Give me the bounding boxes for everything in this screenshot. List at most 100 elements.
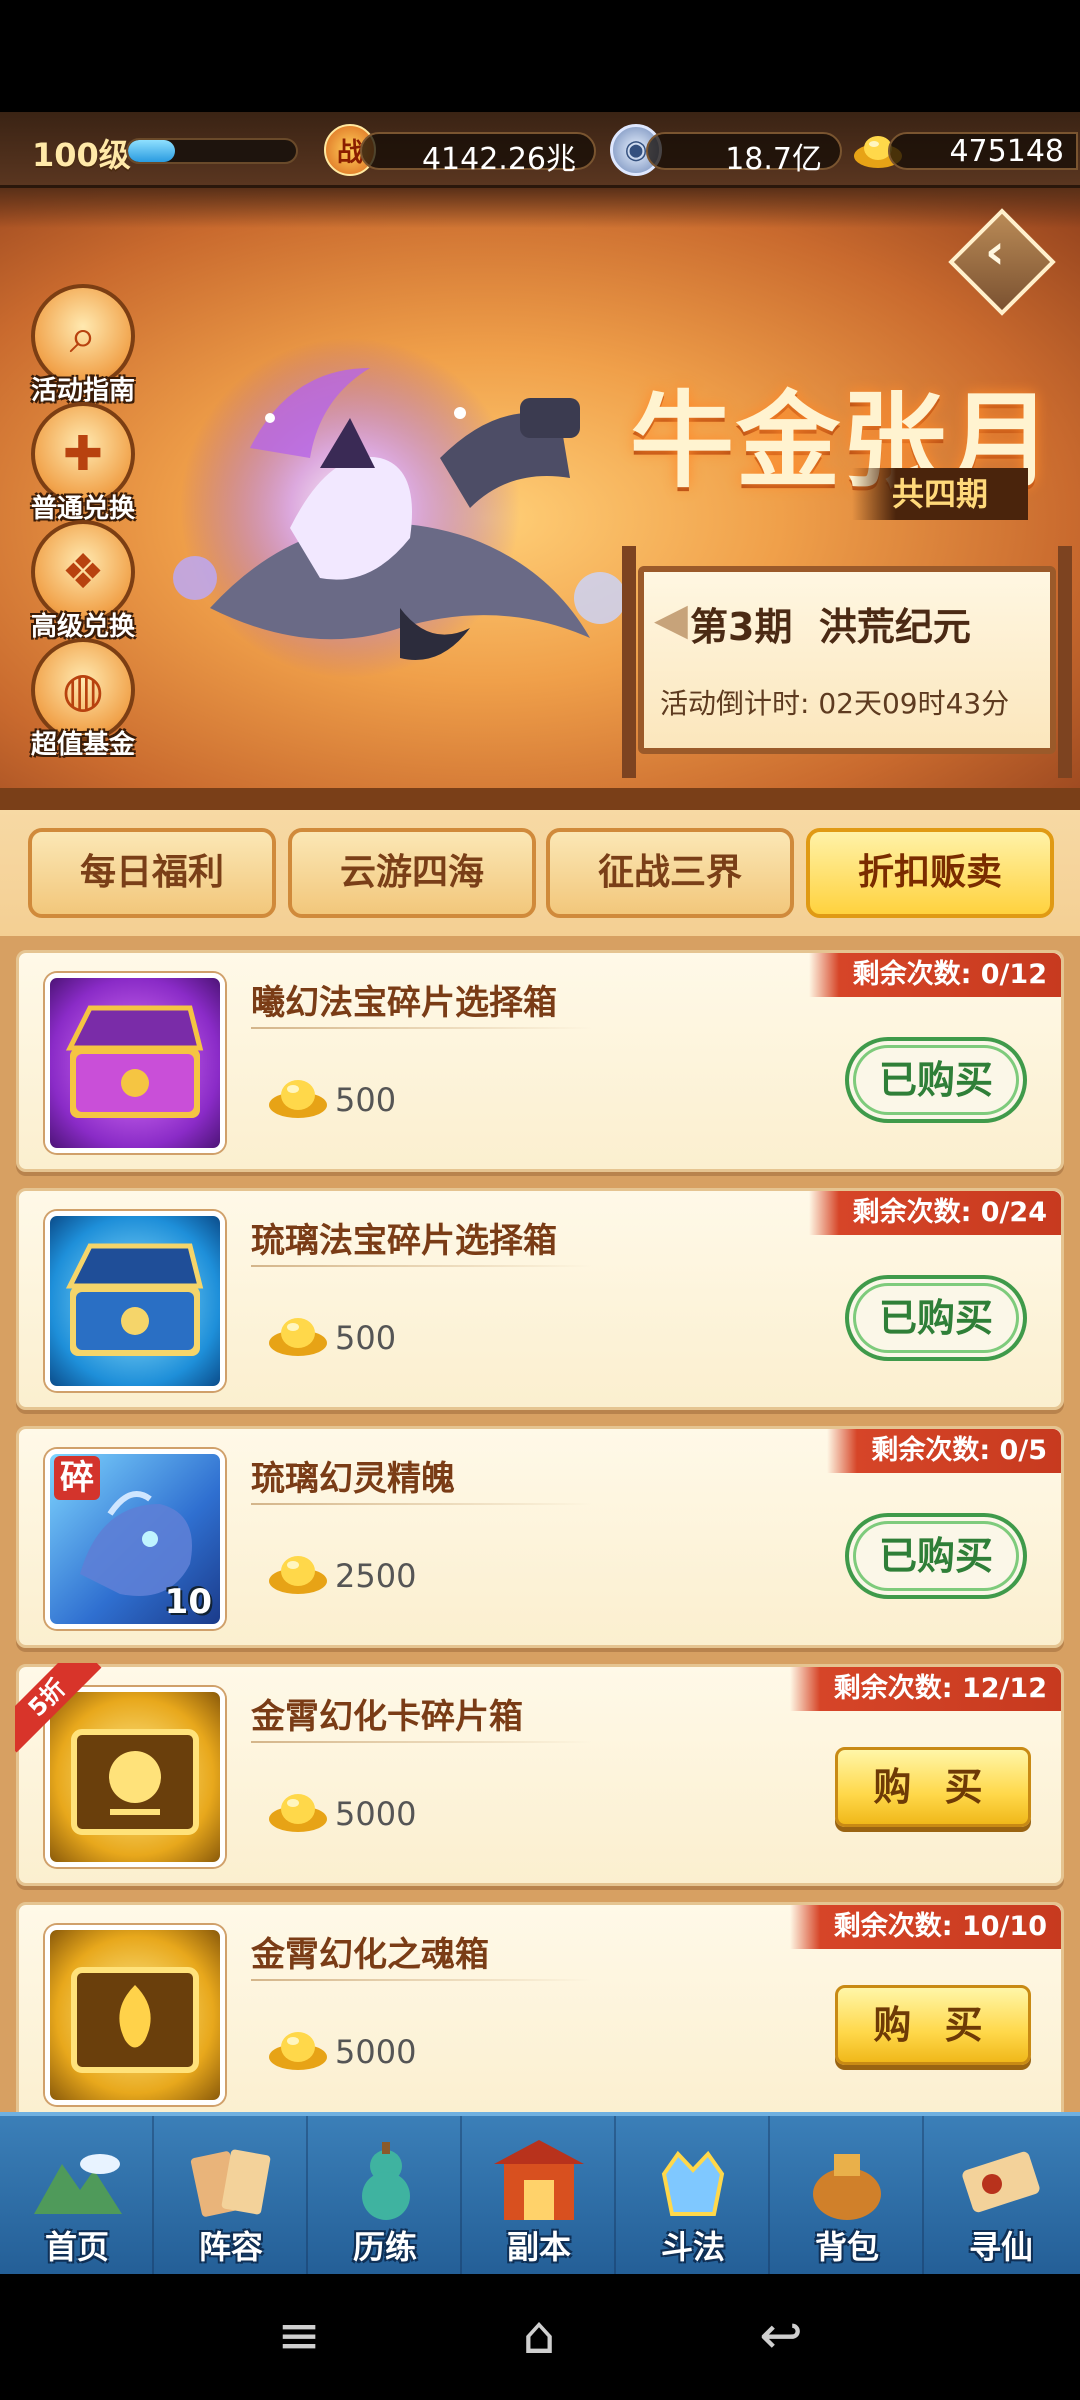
list-item: 5折 金霄幻化卡碎片箱 5000 剩余次数: 12/12 购 买 [15, 1663, 1064, 1886]
banner-top-shade [0, 188, 1080, 228]
gourd-icon [362, 2142, 410, 2220]
gold-ingot-icon [269, 1318, 327, 1356]
treasure-chest-icon [65, 1005, 204, 1118]
item-thumbnail [45, 973, 225, 1153]
resource-bar: 100级 战 4142.26兆 ◉ 18.7亿 475148 [0, 112, 1080, 188]
item-name: 金霄幻化之魂箱 [251, 1935, 489, 1975]
nav-bag[interactable]: 背包 [770, 2116, 924, 2278]
divider [251, 1741, 591, 1743]
temple-gate-icon [494, 2140, 584, 2220]
remaining-count-badge: 剩余次数: 0/5 [827, 1429, 1061, 1473]
remaining-count-badge: 剩余次数: 10/10 [789, 1905, 1061, 1949]
gold-ingot-icon [269, 1556, 327, 1594]
item-thumbnail [45, 1925, 225, 2105]
item-price: 500 [335, 1319, 397, 1357]
purchased-button[interactable]: 已购买 [845, 1037, 1027, 1123]
fragment-badge: 碎 [54, 1456, 100, 1500]
nav-lineup[interactable]: 阵容 [154, 2116, 308, 2278]
bottom-nav: 首页 阵容 历练 副本 斗法 背包 寻仙 [0, 2112, 1080, 2278]
buy-button[interactable]: 购 买 [835, 1985, 1031, 2065]
mountain-home-icon [34, 2154, 122, 2214]
item-name: 金霄幻化卡碎片箱 [251, 1697, 523, 1737]
stage-panel: ◀ 第3期 洪荒纪元 活动倒计时: 02天09时43分 [622, 546, 1072, 778]
remaining-count-badge: 剩余次数: 0/12 [808, 953, 1061, 997]
system-nav-bar: ≡ ⌂ ↩ [0, 2274, 1080, 2400]
nav-label: 首页 [44, 2228, 109, 2266]
sidebar-item-guide[interactable]: ⌕ 活动指南 [26, 284, 140, 407]
discount-label: 5折 [15, 1663, 102, 1753]
list-item: 琉璃法宝碎片选择箱 500 剩余次数: 0/24 已购买 [16, 1188, 1064, 1410]
purchased-button[interactable]: 已购买 [845, 1275, 1027, 1361]
status-bar [0, 0, 1080, 112]
nav-duel[interactable]: 斗法 [616, 2116, 770, 2278]
item-price: 5000 [335, 2033, 417, 2071]
player-level: 100级 [32, 136, 131, 174]
item-thumbnail: 碎 10 [45, 1449, 225, 1629]
tab-conquest[interactable]: 征战三界 [546, 828, 794, 918]
item-name: 曦幻法宝碎片选择箱 [251, 983, 557, 1023]
nav-label: 历练 [352, 2228, 417, 2266]
remaining-count-badge: 剩余次数: 12/12 [789, 1667, 1061, 1711]
battle-power-value: 4142.26兆 [421, 142, 576, 177]
sidebar-item-value-fund[interactable]: ◍ 超值基金 [26, 638, 140, 761]
purchased-button[interactable]: 已购买 [845, 1513, 1027, 1599]
nav-dungeon[interactable]: 副本 [462, 2116, 616, 2278]
list-item: 碎 10 琉璃幻灵精魄 2500 剩余次数: 0/5 已购买 [16, 1426, 1064, 1648]
silver-value: 18.7亿 [725, 142, 822, 177]
home-icon[interactable]: ⌂ [504, 2306, 574, 2366]
divider [251, 1503, 591, 1505]
item-list[interactable]: 曦幻法宝碎片选择箱 500 剩余次数: 0/12 已购买 琉璃法宝碎片选择箱 5… [0, 936, 1080, 2112]
discount-ribbon: 5折 [15, 1663, 105, 1753]
flame-chest-icon [71, 1967, 199, 2073]
back-icon[interactable]: ↩ [746, 2306, 816, 2366]
hero-artwork [173, 338, 626, 678]
divider [251, 1027, 591, 1029]
tab-daily-welfare[interactable]: 每日福利 [28, 828, 276, 918]
nav-seek-immortal[interactable]: 寻仙 [924, 2116, 1078, 2278]
cards-icon [190, 2149, 271, 2217]
recent-apps-icon[interactable]: ≡ [264, 2306, 334, 2366]
crown-crest-icon [661, 2150, 725, 2216]
item-name: 琉璃法宝碎片选择箱 [251, 1221, 557, 1261]
sidebar-item-label: 超值基金 [30, 730, 135, 760]
nav-label: 副本 [506, 2228, 571, 2266]
tab-travel[interactable]: 云游四海 [288, 828, 536, 918]
prev-stage-icon[interactable]: ◀ [654, 594, 688, 645]
countdown-text: 活动倒计时: 02天09时43分 [660, 687, 1010, 720]
buy-button[interactable]: 购 买 [835, 1747, 1031, 1827]
back-chevron-icon: ‹ [984, 224, 1005, 281]
stage-title: 第3期 洪荒纪元 [690, 605, 971, 649]
divider [251, 1265, 591, 1267]
gold-ingot-icon [269, 1080, 327, 1118]
tab-discount-sale[interactable]: 折扣贩卖 [806, 828, 1054, 918]
item-price: 500 [335, 1081, 397, 1119]
sidebar-item-advanced-exchange[interactable]: ❖ 高级兑换 [26, 520, 140, 643]
event-banner: ⌕ 活动指南 ✚ 普通兑换 ❖ 高级兑换 ◍ 超值基金 ‹ 牛金张月 共四期 ◀… [0, 188, 1080, 788]
tab-bar: 每日福利 云游四海 征战三界 折扣贩卖 [0, 788, 1080, 936]
nav-label: 阵容 [198, 2228, 263, 2266]
exp-fill [128, 140, 176, 162]
treasure-chest-icon [65, 1243, 204, 1356]
exp-bar [126, 138, 298, 164]
gold-ingot-icon [269, 2032, 327, 2070]
list-item: 曦幻法宝碎片选择箱 500 剩余次数: 0/12 已购买 [16, 950, 1064, 1172]
divider [251, 1979, 591, 1981]
item-price: 2500 [335, 1557, 417, 1595]
nav-training[interactable]: 历练 [308, 2116, 462, 2278]
nav-label: 背包 [814, 2228, 879, 2266]
item-price: 5000 [335, 1795, 417, 1833]
remaining-count-badge: 剩余次数: 0/24 [808, 1191, 1061, 1235]
item-thumbnail [45, 1211, 225, 1391]
scroll-icon [962, 2151, 1040, 2213]
nav-label: 斗法 [660, 2228, 725, 2266]
gold-ingot-icon [269, 1794, 327, 1832]
gold-value: 475148 [949, 134, 1064, 169]
period-total: 共四期 [852, 468, 1028, 520]
item-quantity: 10 [164, 1582, 212, 1622]
nav-label: 寻仙 [968, 2228, 1033, 2266]
item-name: 琉璃幻灵精魄 [251, 1459, 455, 1499]
nav-home[interactable]: 首页 [0, 2116, 154, 2278]
sidebar-item-normal-exchange[interactable]: ✚ 普通兑换 [26, 402, 140, 525]
list-item: 金霄幻化之魂箱 5000 剩余次数: 10/10 购 买 [16, 1902, 1064, 2112]
treasure-pouch-icon [813, 2154, 881, 2220]
